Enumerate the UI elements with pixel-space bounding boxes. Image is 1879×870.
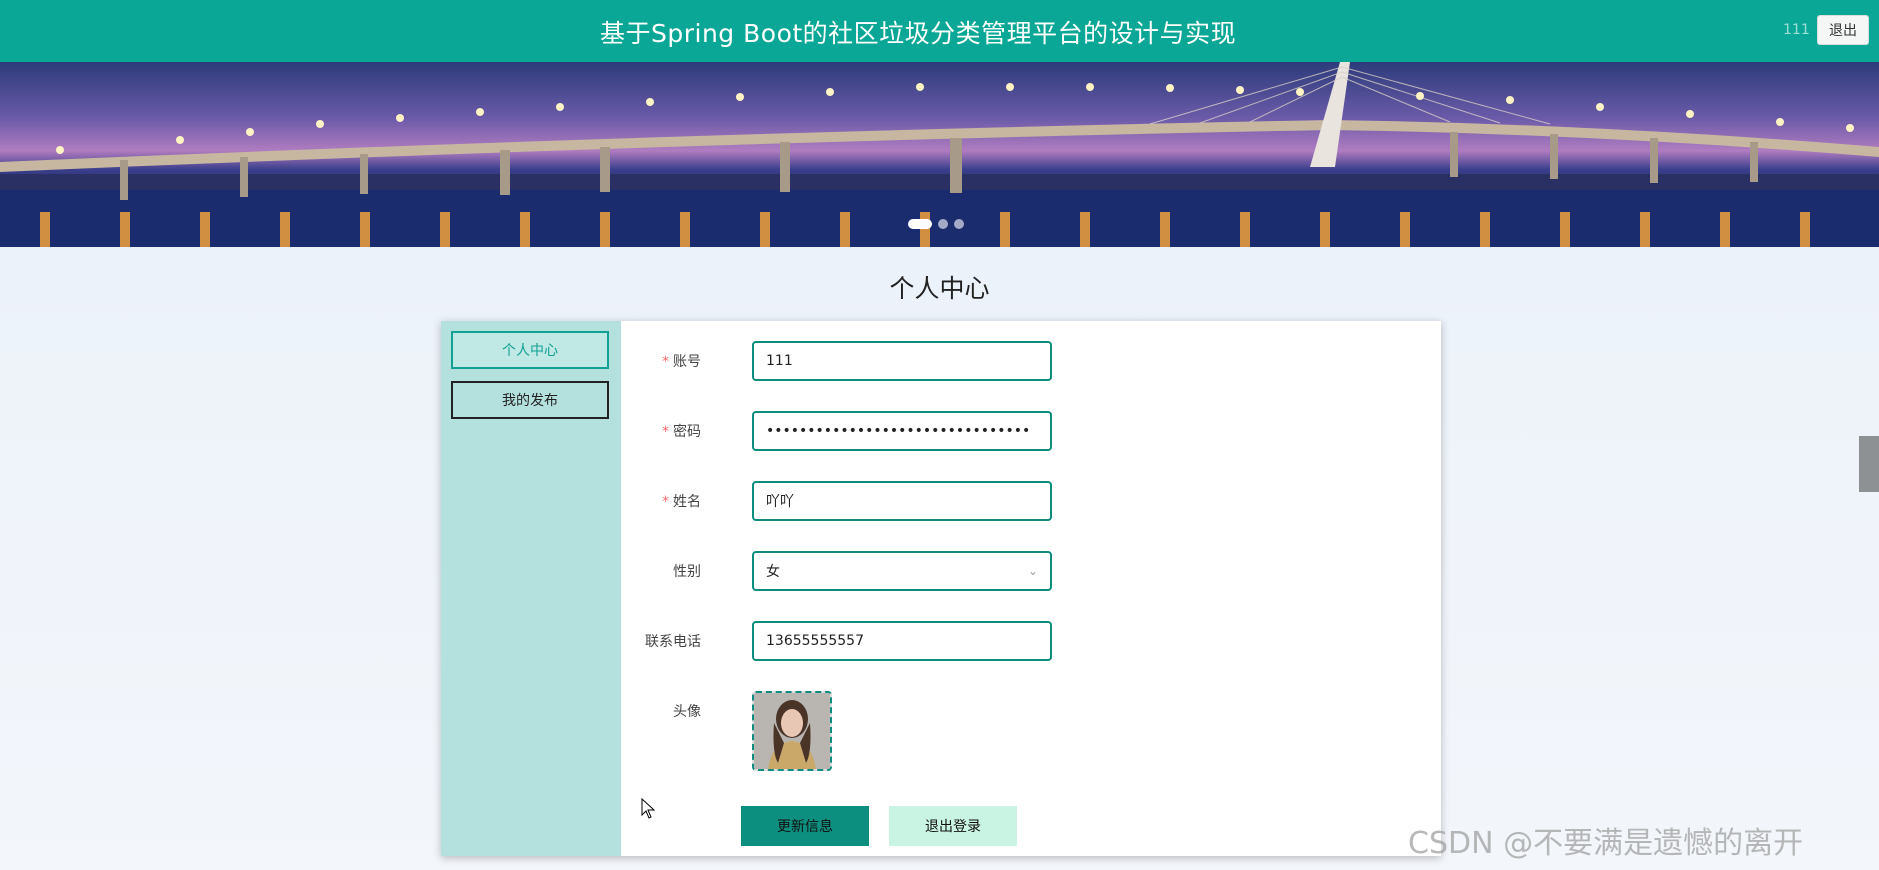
required-mark: * — [662, 494, 669, 510]
carousel-dot-2[interactable] — [938, 219, 948, 229]
gender-select[interactable]: 女 ⌄ — [752, 551, 1052, 591]
account-label-text: 账号 — [673, 354, 701, 370]
site-title: 基于Spring Boot的社区垃圾分类管理平台的设计与实现 — [600, 19, 1237, 48]
account-label: * 账号 — [621, 351, 731, 371]
carousel-indicators — [908, 219, 964, 229]
password-label-text: 密码 — [673, 424, 701, 440]
watermark: CSDN @不要满是遗憾的离开 — [1408, 826, 1804, 861]
form-row-password: * 密码 — [621, 411, 1441, 451]
chevron-down-icon: ⌄ — [1027, 564, 1038, 578]
phone-label: 联系电话 — [645, 634, 701, 650]
gender-label: 性别 — [673, 564, 701, 580]
page-title: 个人中心 — [889, 274, 990, 303]
required-mark: * — [662, 354, 669, 370]
gender-selected-value: 女 — [766, 564, 780, 580]
avatar-image — [754, 693, 830, 769]
phone-input[interactable] — [752, 621, 1052, 661]
name-input[interactable] — [752, 481, 1052, 521]
sidebar-item-personal-center[interactable]: 个人中心 — [451, 331, 609, 369]
profile-card: 个人中心 我的发布 *账号 *密码 *姓名 性别 女 ⌄ 联系电话 头像 — [441, 321, 1441, 856]
password-input[interactable] — [752, 411, 1052, 451]
update-info-button[interactable]: 更新信息 — [741, 806, 869, 846]
carousel-dot-3[interactable] — [954, 219, 964, 229]
form-row-avatar: 头像 — [621, 691, 1441, 771]
name-label-text: 姓名 — [673, 494, 701, 510]
mouse-pointer-icon — [641, 797, 657, 824]
form-row-phone: 联系电话 — [621, 621, 1441, 661]
password-label: * 密码 — [621, 421, 731, 441]
page-scrollbar-thumb[interactable] — [1859, 436, 1879, 492]
avatar-upload[interactable] — [752, 691, 832, 771]
avatar-label: 头像 — [673, 704, 701, 720]
profile-sidebar: 个人中心 我的发布 — [441, 321, 621, 856]
top-navbar: 基于Spring Boot的社区垃圾分类管理平台的设计与实现 111 退出 — [0, 0, 1879, 62]
name-label: * 姓名 — [621, 491, 731, 511]
carousel-dot-1[interactable] — [908, 219, 932, 229]
required-mark: * — [662, 424, 669, 440]
account-input[interactable] — [752, 341, 1052, 381]
form-row-name: * 姓名 — [621, 481, 1441, 521]
sidebar-item-my-posts[interactable]: 我的发布 — [451, 381, 609, 419]
header-logout-button[interactable]: 退出 — [1817, 15, 1869, 45]
current-username: 111 — [1783, 22, 1810, 38]
form-row-account: * 账号 — [621, 341, 1441, 381]
logout-button[interactable]: 退出登录 — [889, 806, 1017, 846]
form-row-gender: 性别 女 ⌄ — [621, 551, 1441, 591]
